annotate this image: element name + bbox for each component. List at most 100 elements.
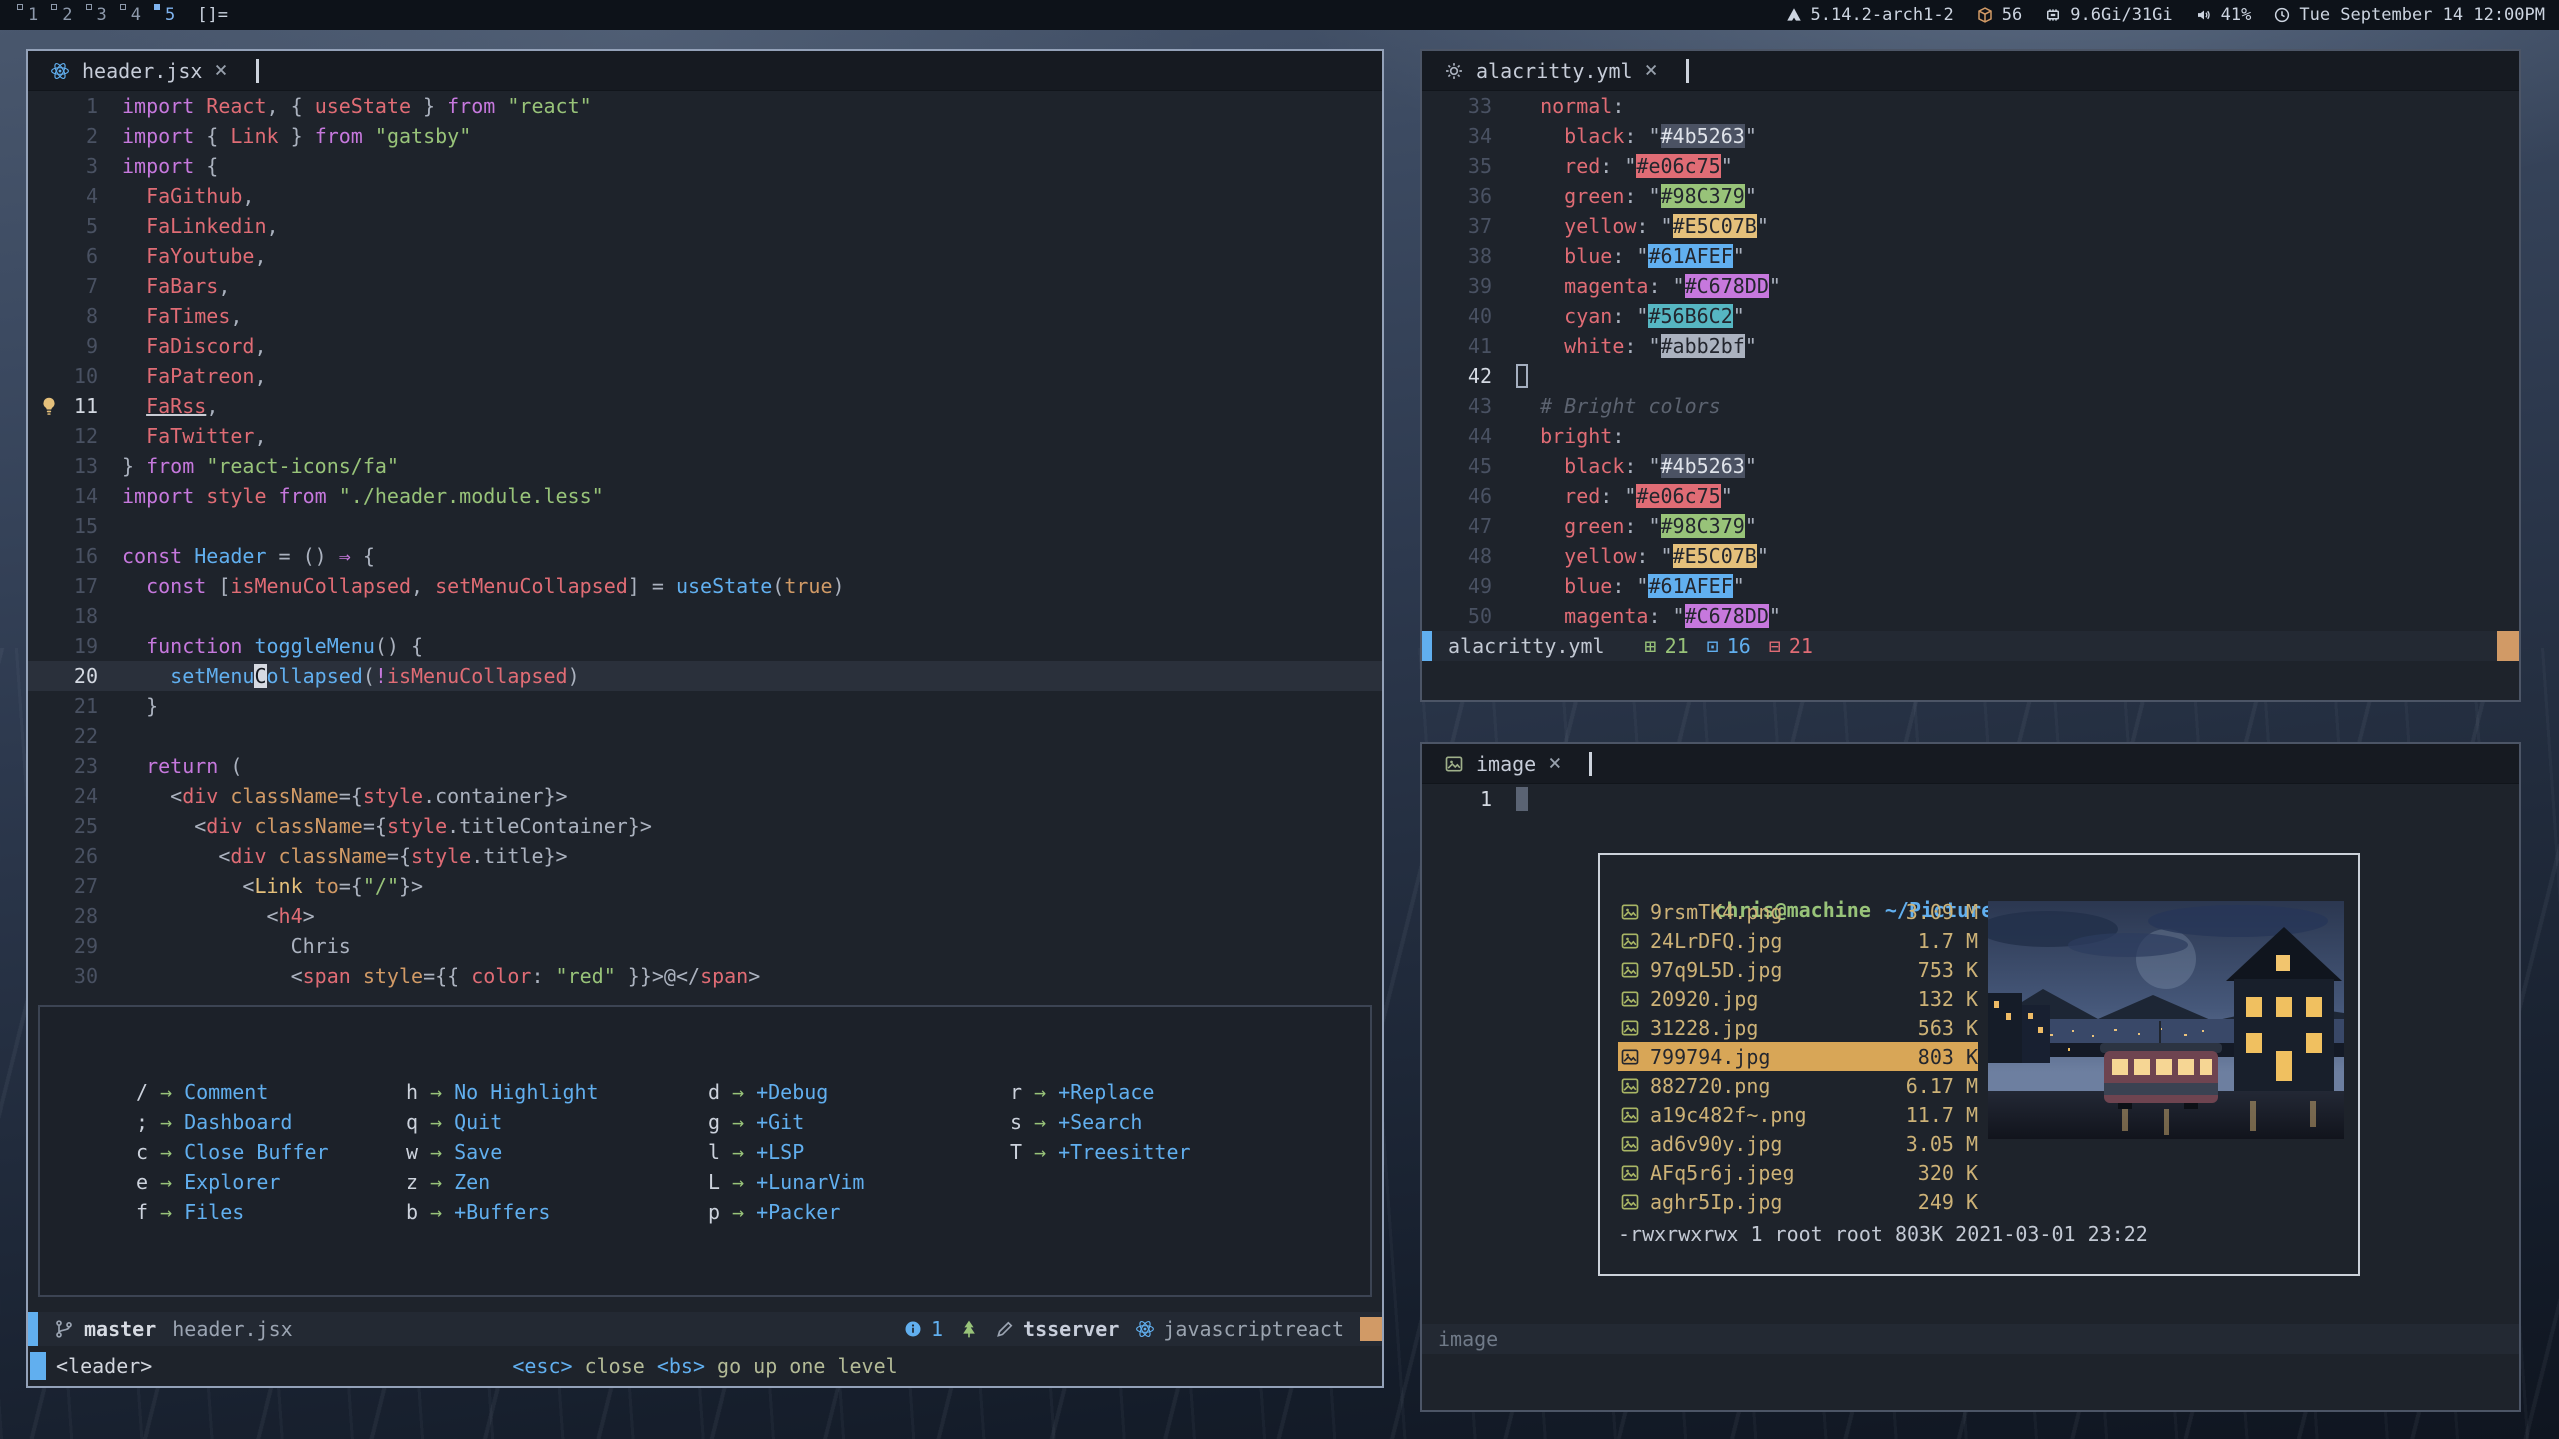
whichkey-mapping[interactable]: b→+Buffers (406, 1197, 708, 1227)
code-line[interactable]: 3import { (28, 151, 1382, 181)
workspace-tag-4[interactable]: 4 (117, 2, 151, 28)
code-line[interactable]: 28 <h4> (28, 901, 1382, 931)
memory-usage: 9.6Gi/31Gi (2070, 5, 2172, 25)
code-line[interactable]: 38 blue: "#61AFEF" (1422, 241, 2519, 271)
diagnostics-info[interactable]: 1 (903, 1317, 943, 1341)
tab-alacritty-yml[interactable]: alacritty.yml × (1438, 57, 1664, 85)
code-line[interactable]: 27 <Link to={"/"}> (28, 871, 1382, 901)
whichkey-mapping[interactable]: r→+Replace (1010, 1077, 1280, 1107)
file-row[interactable]: 20920.jpg132 K (1618, 984, 1978, 1013)
code-line[interactable]: 24 <div className={style.container}> (28, 781, 1382, 811)
close-icon[interactable]: × (1645, 60, 1658, 82)
code-line[interactable]: 9 FaDiscord, (28, 331, 1382, 361)
whichkey-mapping[interactable]: p→+Packer (708, 1197, 1010, 1227)
code-area[interactable]: 1import React, { useState } from "react"… (28, 91, 1382, 991)
file-row[interactable]: 31228.jpg563 K (1618, 1013, 1978, 1042)
file-row[interactable]: 882720.png6.17 M (1618, 1071, 1978, 1100)
code-area[interactable]: 33 normal:34 black: "#4b5263"35 red: "#e… (1422, 91, 2519, 631)
whichkey-mapping[interactable]: w→Save (406, 1137, 708, 1167)
workspace-tag-3[interactable]: 3 (83, 2, 117, 28)
code-line[interactable]: 25 <div className={style.titleContainer}… (28, 811, 1382, 841)
lightbulb-icon[interactable] (38, 395, 60, 417)
code-line[interactable]: 36 green: "#98C379" (1422, 181, 2519, 211)
code-line[interactable]: 23 return ( (28, 751, 1382, 781)
code-line[interactable]: 13} from "react-icons/fa" (28, 451, 1382, 481)
tab-header-jsx[interactable]: header.jsx × (44, 57, 234, 85)
code-line[interactable]: 30 <span style={{ color: "red" }}>@</spa… (28, 961, 1382, 991)
code-line[interactable]: 21 } (28, 691, 1382, 721)
whichkey-mapping[interactable]: s→+Search (1010, 1107, 1280, 1137)
code-line[interactable]: 33 normal: (1422, 91, 2519, 121)
close-icon[interactable]: × (1548, 753, 1561, 775)
code-line[interactable]: 29 Chris (28, 931, 1382, 961)
code-line[interactable]: 44 bright: (1422, 421, 2519, 451)
whichkey-mapping[interactable]: T→+Treesitter (1010, 1137, 1280, 1167)
whichkey-mapping[interactable]: e→Explorer (136, 1167, 406, 1197)
code-line[interactable]: 4 FaGithub, (28, 181, 1382, 211)
file-row[interactable]: aghr5Ip.jpg249 K (1618, 1187, 1978, 1216)
code-line[interactable]: 12 FaTwitter, (28, 421, 1382, 451)
line-number: 48 (1422, 541, 1492, 571)
code-line[interactable]: 39 magenta: "#C678DD" (1422, 271, 2519, 301)
code-line[interactable]: 1 (1422, 784, 2519, 814)
whichkey-mapping[interactable]: z→Zen (406, 1167, 708, 1197)
file-row[interactable]: 799794.jpg803 K (1618, 1042, 1978, 1071)
code-line[interactable]: 47 green: "#98C379" (1422, 511, 2519, 541)
terminal-buffer[interactable]: 1 (1422, 784, 2519, 814)
file-row[interactable]: 24LrDFQ.jpg1.7 M (1618, 926, 1978, 955)
code-line[interactable]: 6 FaYoutube, (28, 241, 1382, 271)
code-line[interactable]: 2import { Link } from "gatsby" (28, 121, 1382, 151)
workspace-tag-5[interactable]: 5 (151, 2, 185, 28)
code-line[interactable]: 41 white: "#abb2bf" (1422, 331, 2519, 361)
code-line[interactable]: 42 (1422, 361, 2519, 391)
line-number: 1 (1422, 784, 1492, 814)
code-line[interactable]: 43 # Bright colors (1422, 391, 2519, 421)
code-line[interactable]: 11 FaRss, (28, 391, 1382, 421)
whichkey-mapping[interactable]: q→Quit (406, 1107, 708, 1137)
git-branch[interactable]: master (54, 1317, 156, 1341)
code-line[interactable]: 34 black: "#4b5263" (1422, 121, 2519, 151)
whichkey-mapping[interactable]: ;→Dashboard (136, 1107, 406, 1137)
file-row[interactable]: AFq5r6j.jpeg320 K (1618, 1158, 1978, 1187)
code-line[interactable]: 10 FaPatreon, (28, 361, 1382, 391)
workspace-tag-1[interactable]: 1 (14, 2, 48, 28)
tab-image[interactable]: image × (1438, 750, 1567, 778)
code-line[interactable]: 15 (28, 511, 1382, 541)
code-line[interactable]: 37 yellow: "#E5C07B" (1422, 211, 2519, 241)
code-line[interactable]: 50 magenta: "#C678DD" (1422, 601, 2519, 631)
command-line[interactable]: <leader> <esc> close <bs> go up one leve… (28, 1346, 1382, 1386)
code-line[interactable]: 45 black: "#4b5263" (1422, 451, 2519, 481)
code-line[interactable]: 49 blue: "#61AFEF" (1422, 571, 2519, 601)
code-line[interactable]: 14import style from "./header.module.les… (28, 481, 1382, 511)
code-line[interactable]: 19 function toggleMenu() { (28, 631, 1382, 661)
whichkey-mapping[interactable]: l→+LSP (708, 1137, 1010, 1167)
code-line[interactable]: 16const Header = () ⇒ { (28, 541, 1382, 571)
whichkey-mapping[interactable]: L→+LunarVim (708, 1167, 1010, 1197)
layout-indicator[interactable]: []= (185, 5, 240, 25)
code-line[interactable]: 17 const [isMenuCollapsed, setMenuCollap… (28, 571, 1382, 601)
code-line[interactable]: 22 (28, 721, 1382, 751)
code-line[interactable]: 7 FaBars, (28, 271, 1382, 301)
whichkey-mapping[interactable]: /→Comment (136, 1077, 406, 1107)
code-line[interactable]: 46 red: "#e06c75" (1422, 481, 2519, 511)
code-line[interactable]: 1import React, { useState } from "react" (28, 91, 1382, 121)
code-line[interactable]: 48 yellow: "#E5C07B" (1422, 541, 2519, 571)
file-row[interactable]: 9rsmTK4.png3.09 M (1618, 897, 1978, 926)
whichkey-mapping[interactable]: h→No Highlight (406, 1077, 708, 1107)
close-icon[interactable]: × (214, 60, 227, 82)
whichkey-mapping[interactable]: d→+Debug (708, 1077, 1010, 1107)
code-line[interactable]: 26 <div className={style.title}> (28, 841, 1382, 871)
whichkey-mapping[interactable]: f→Files (136, 1197, 406, 1227)
code-line[interactable]: 18 (28, 601, 1382, 631)
code-line[interactable]: 40 cyan: "#56B6C2" (1422, 301, 2519, 331)
file-row[interactable]: a19c482f~.png11.7 M (1618, 1100, 1978, 1129)
whichkey-mapping[interactable]: g→+Git (708, 1107, 1010, 1137)
code-line[interactable]: 20 setMenuCollapsed(!isMenuCollapsed) (28, 661, 1382, 691)
file-row[interactable]: ad6v90y.jpg3.05 M (1618, 1129, 1978, 1158)
workspace-tag-2[interactable]: 2 (48, 2, 82, 28)
file-row[interactable]: 97q9L5D.jpg753 K (1618, 955, 1978, 984)
whichkey-mapping[interactable]: c→Close Buffer (136, 1137, 406, 1167)
code-line[interactable]: 8 FaTimes, (28, 301, 1382, 331)
code-line[interactable]: 35 red: "#e06c75" (1422, 151, 2519, 181)
code-line[interactable]: 5 FaLinkedin, (28, 211, 1382, 241)
